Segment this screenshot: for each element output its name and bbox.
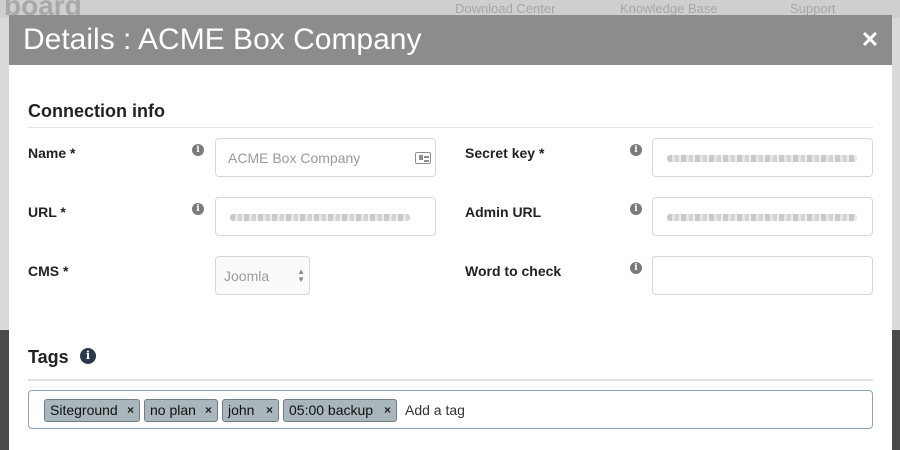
tags-divider — [28, 379, 873, 381]
name-label: Name * — [28, 145, 76, 161]
add-tag-input[interactable] — [405, 401, 605, 419]
select-arrows-icon: ▲ ▼ — [297, 267, 305, 284]
word-to-check-field[interactable] — [652, 256, 873, 295]
remove-tag-icon[interactable]: × — [266, 400, 273, 421]
url-field[interactable] — [215, 197, 436, 236]
modal-title: Details : ACME Box Company — [23, 23, 422, 56]
url-label: URL * — [28, 204, 66, 220]
tag-0500-backup: 05:00 backup × — [283, 399, 397, 422]
secret-key-info-icon[interactable]: i — [630, 144, 642, 156]
section-divider — [28, 127, 873, 128]
close-icon[interactable]: ✕ — [859, 27, 881, 53]
tag-john: john × — [222, 399, 279, 422]
secret-key-field[interactable] — [652, 138, 873, 177]
admin-url-field[interactable] — [652, 197, 873, 236]
tag-siteground: Siteground × — [44, 399, 140, 422]
tag-label: Siteground — [50, 402, 118, 418]
tags-input-box[interactable]: Siteground × no plan × john × 05:00 back… — [28, 390, 873, 429]
remove-tag-icon[interactable]: × — [205, 400, 212, 421]
word-to-check-info-icon[interactable]: i — [630, 262, 642, 274]
modal-header: Details : ACME Box Company ✕ — [9, 15, 892, 65]
cms-select[interactable]: Joomla ▲ ▼ — [215, 256, 310, 295]
tag-label: no plan — [150, 402, 196, 418]
secret-key-label: Secret key * — [465, 145, 545, 161]
details-modal: Details : ACME Box Company ✕ Connection … — [9, 15, 892, 450]
admin-url-label: Admin URL — [465, 204, 542, 220]
name-info-icon[interactable]: i — [192, 144, 204, 156]
tags-info-icon[interactable]: i — [80, 348, 96, 364]
admin-url-info-icon[interactable]: i — [630, 203, 642, 215]
tag-no-plan: no plan × — [144, 399, 218, 422]
name-field[interactable]: ACME Box Company — [215, 138, 436, 177]
cms-selected-value: Joomla — [224, 268, 270, 284]
cms-label: CMS * — [28, 263, 69, 279]
url-info-icon[interactable]: i — [192, 203, 204, 215]
word-to-check-label: Word to check — [465, 263, 562, 279]
blurred-secret-key-value — [667, 155, 857, 162]
remove-tag-icon[interactable]: × — [127, 400, 134, 421]
connection-info-heading: Connection info — [28, 101, 165, 121]
tag-label: 05:00 backup — [289, 402, 374, 418]
blurred-url-value — [230, 214, 410, 221]
name-field-value: ACME Box Company — [228, 150, 361, 166]
contact-card-icon — [415, 152, 431, 164]
tags-heading: Tags — [28, 347, 69, 367]
tag-label: john — [228, 402, 255, 418]
remove-tag-icon[interactable]: × — [384, 400, 391, 421]
blurred-admin-url-value — [667, 214, 857, 221]
